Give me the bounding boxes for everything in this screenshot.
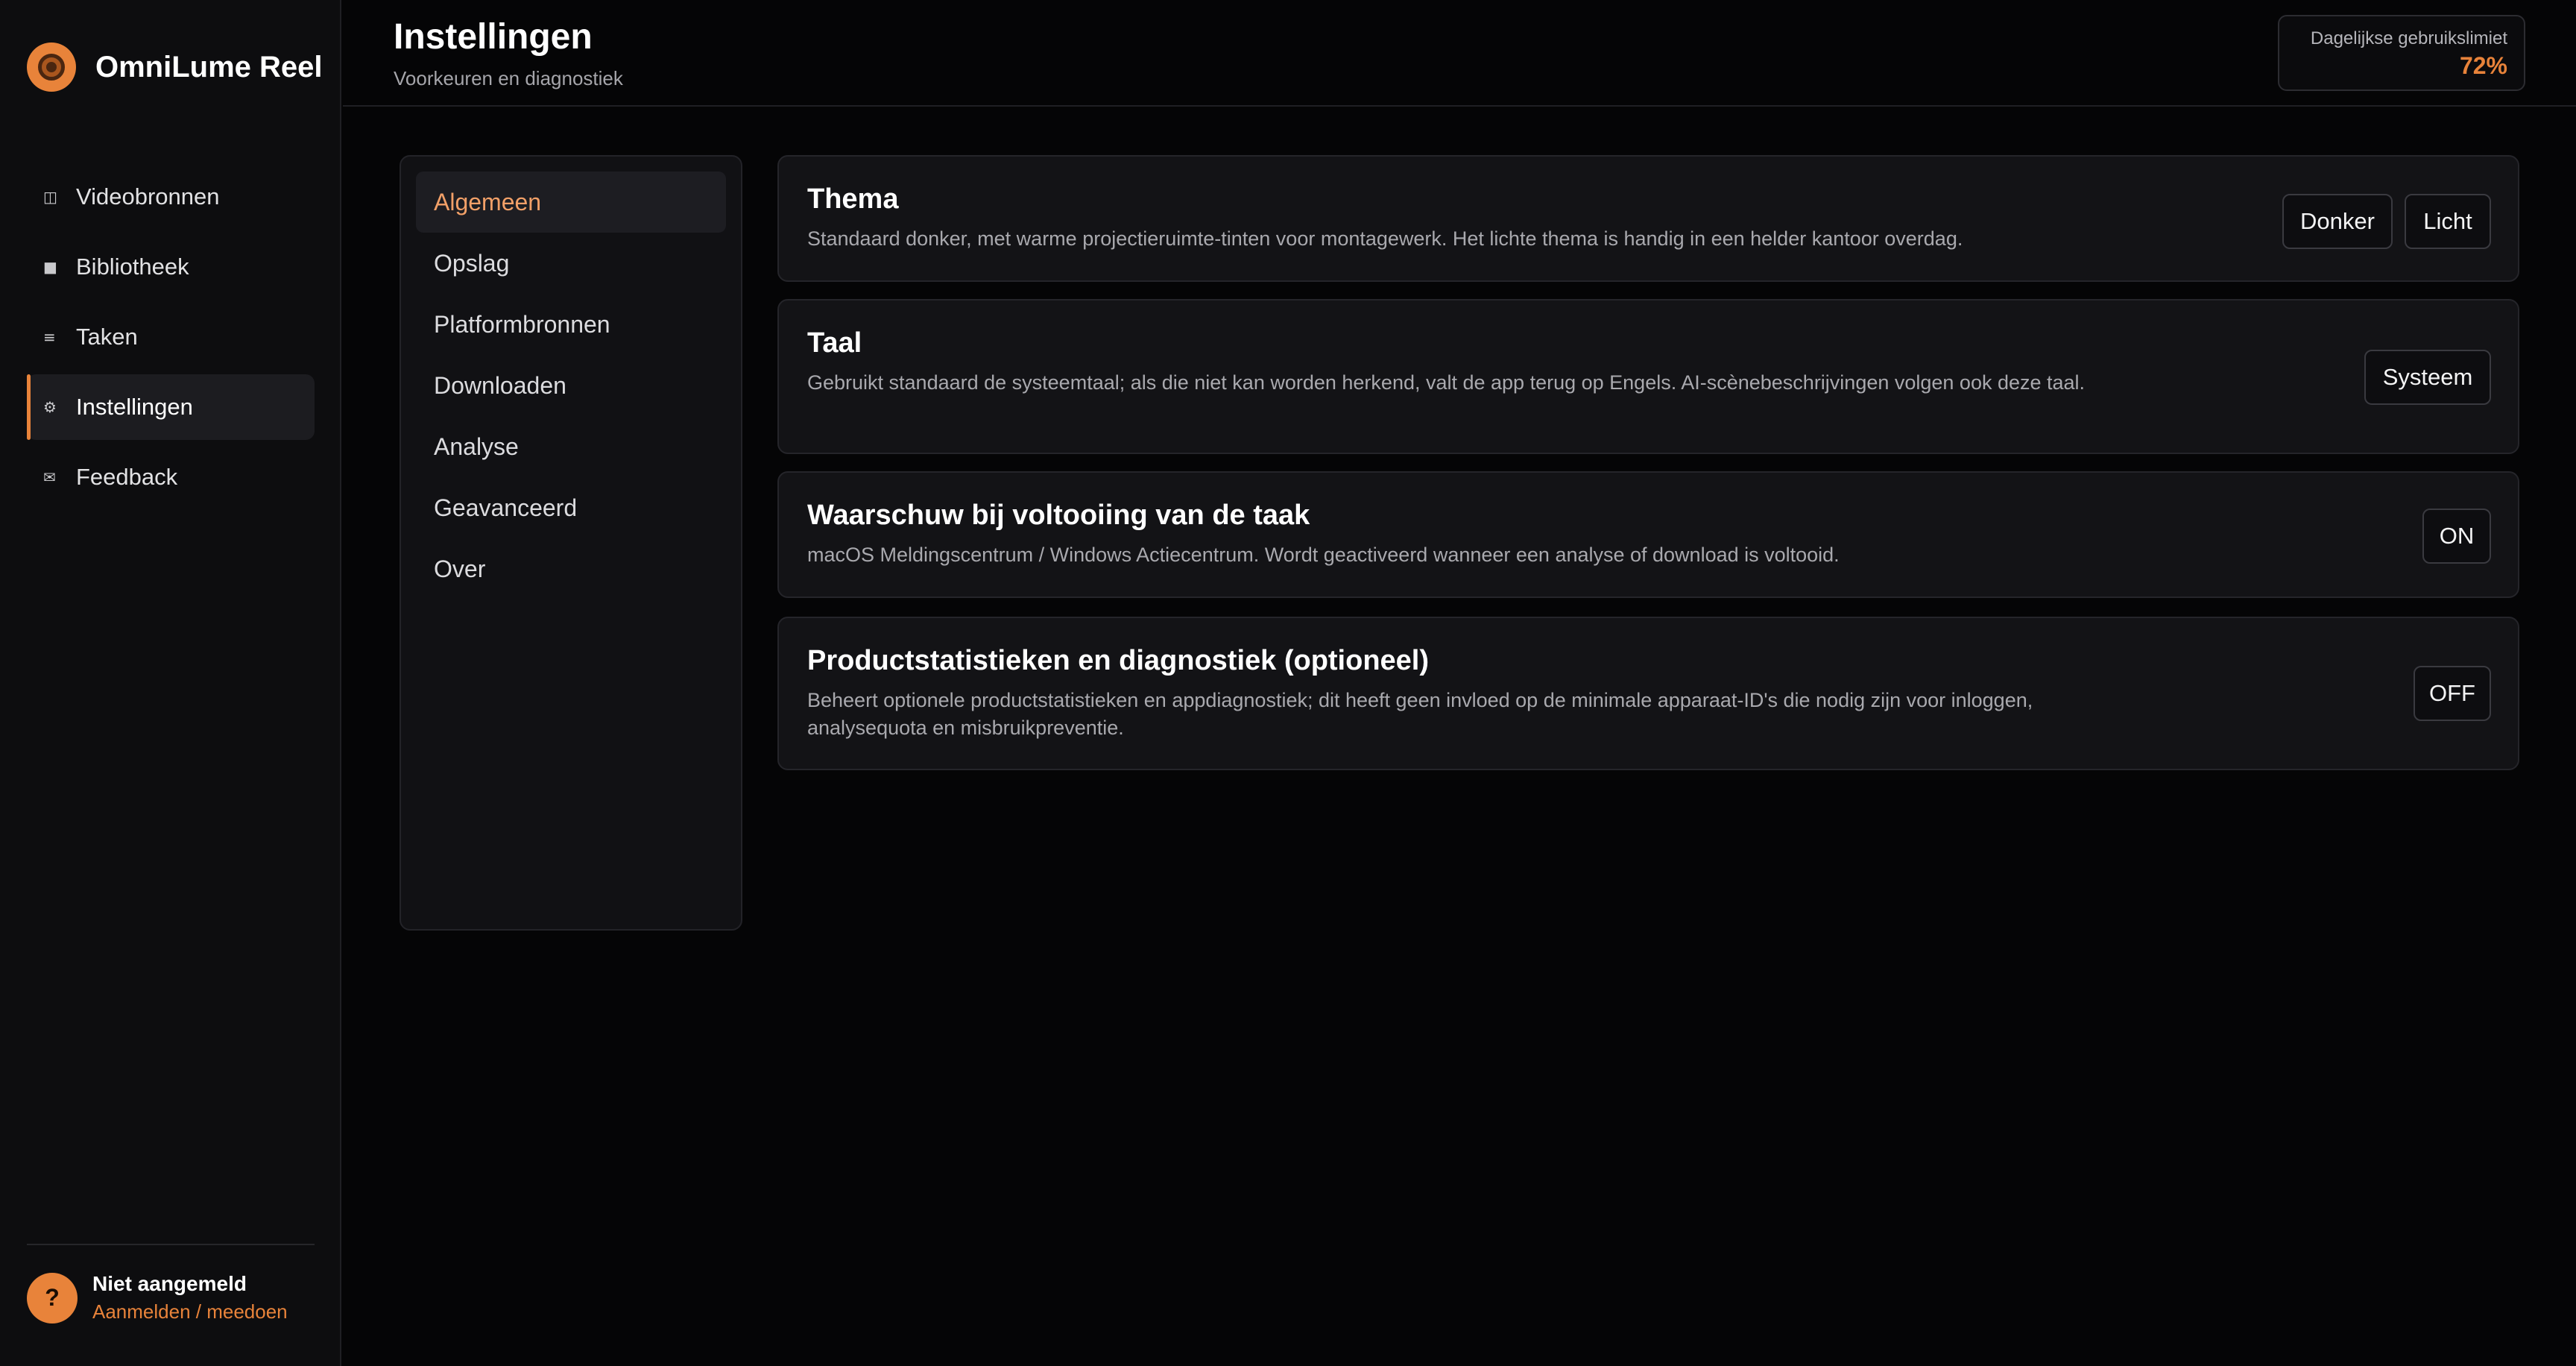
app-name: OmniLume Reel — [95, 50, 323, 84]
video-sources-icon: ◫ — [43, 188, 57, 206]
mail-icon: ✉ — [43, 468, 56, 486]
tasks-list-icon: ≡ — [43, 328, 56, 346]
user-account[interactable]: ? Niet aangemeld Aanmelden / meedoen — [27, 1272, 288, 1323]
notify-setting-card: Waarschuw bij voltooiing van de taak mac… — [777, 471, 2519, 598]
theme-title: Thema — [807, 183, 899, 215]
sidebar: OmniLume Reel ◫ Videobronnen ■ Bibliothe… — [0, 0, 341, 1366]
sidebar-item-taken[interactable]: ≡ Taken — [27, 304, 315, 370]
avatar[interactable]: ? — [27, 1272, 78, 1323]
sidebar-item-videobronnen[interactable]: ◫ Videobronnen — [27, 164, 315, 230]
gear-icon: ⚙ — [43, 398, 57, 416]
library-icon: ■ — [43, 258, 57, 276]
sidebar-item-label: Videobronnen — [76, 183, 220, 210]
analytics-toggle[interactable]: OFF — [2414, 666, 2491, 721]
subnav-algemeen[interactable]: Algemeen — [416, 171, 726, 233]
subnav-platformbronnen[interactable]: Platformbronnen — [416, 294, 726, 355]
notify-description: macOS Meldingscentrum / Windows Actiecen… — [807, 544, 1840, 566]
subnav-downloaden[interactable]: Downloaden — [416, 355, 726, 416]
usage-limit-value: 72% — [2459, 52, 2507, 79]
theme-setting-card: Thema Standaard donker, met warme projec… — [777, 155, 2519, 282]
page-header: Instellingen Voorkeuren en diagnostiek D… — [343, 0, 2576, 107]
theme-light-button[interactable]: Licht — [2405, 194, 2491, 249]
sidebar-item-label: Bibliotheek — [76, 254, 189, 280]
sidebar-item-label: Taken — [76, 324, 138, 350]
sidebar-divider — [27, 1244, 315, 1245]
subnav-opslag[interactable]: Opslag — [416, 233, 726, 294]
usage-limit-label: Dagelijkse gebruikslimiet — [2310, 28, 2507, 48]
language-description: Gebruikt standaard de systeemtaal; als d… — [807, 371, 2086, 394]
language-select[interactable]: Systeem — [2364, 350, 2491, 405]
sign-in-link[interactable]: Aanmelden / meedoen — [92, 1300, 288, 1323]
notify-toggle[interactable]: ON — [2422, 509, 2491, 564]
settings-subnav: Algemeen Opslag Platformbronnen Download… — [400, 155, 742, 931]
subnav-analyse[interactable]: Analyse — [416, 416, 726, 477]
language-setting-card: Taal Gebruikt standaard de systeemtaal; … — [777, 299, 2519, 454]
language-title: Taal — [807, 327, 862, 359]
usage-limit-badge: Dagelijkse gebruikslimiet 72% — [2278, 15, 2525, 91]
brand[interactable]: OmniLume Reel — [27, 42, 323, 92]
user-status: Niet aangemeld — [92, 1272, 247, 1295]
analytics-setting-card: Productstatistieken en diagnostiek (opti… — [777, 617, 2519, 770]
theme-description: Standaard donker, met warme projectierui… — [807, 227, 1963, 250]
analytics-description: Beheert optionele productstatistieken en… — [807, 689, 2033, 739]
sidebar-item-instellingen[interactable]: ⚙ Instellingen — [27, 374, 315, 440]
sidebar-nav: ◫ Videobronnen ■ Bibliotheek ≡ Taken ⚙ I… — [27, 164, 315, 514]
analytics-title: Productstatistieken en diagnostiek (opti… — [807, 645, 1430, 676]
sidebar-item-label: Instellingen — [76, 394, 193, 420]
notify-title: Waarschuw bij voltooiing van de taak — [807, 500, 1310, 531]
subnav-over[interactable]: Over — [416, 538, 726, 599]
sidebar-item-feedback[interactable]: ✉ Feedback — [27, 444, 315, 510]
page-title: Instellingen — [394, 17, 593, 57]
sidebar-item-bibliotheek[interactable]: ■ Bibliotheek — [27, 234, 315, 300]
sidebar-item-label: Feedback — [76, 464, 178, 490]
page-subtitle: Voorkeuren en diagnostiek — [394, 67, 623, 89]
film-reel-icon — [27, 43, 76, 92]
subnav-geavanceerd[interactable]: Geavanceerd — [416, 477, 726, 538]
theme-dark-button[interactable]: Donker — [2282, 194, 2393, 249]
